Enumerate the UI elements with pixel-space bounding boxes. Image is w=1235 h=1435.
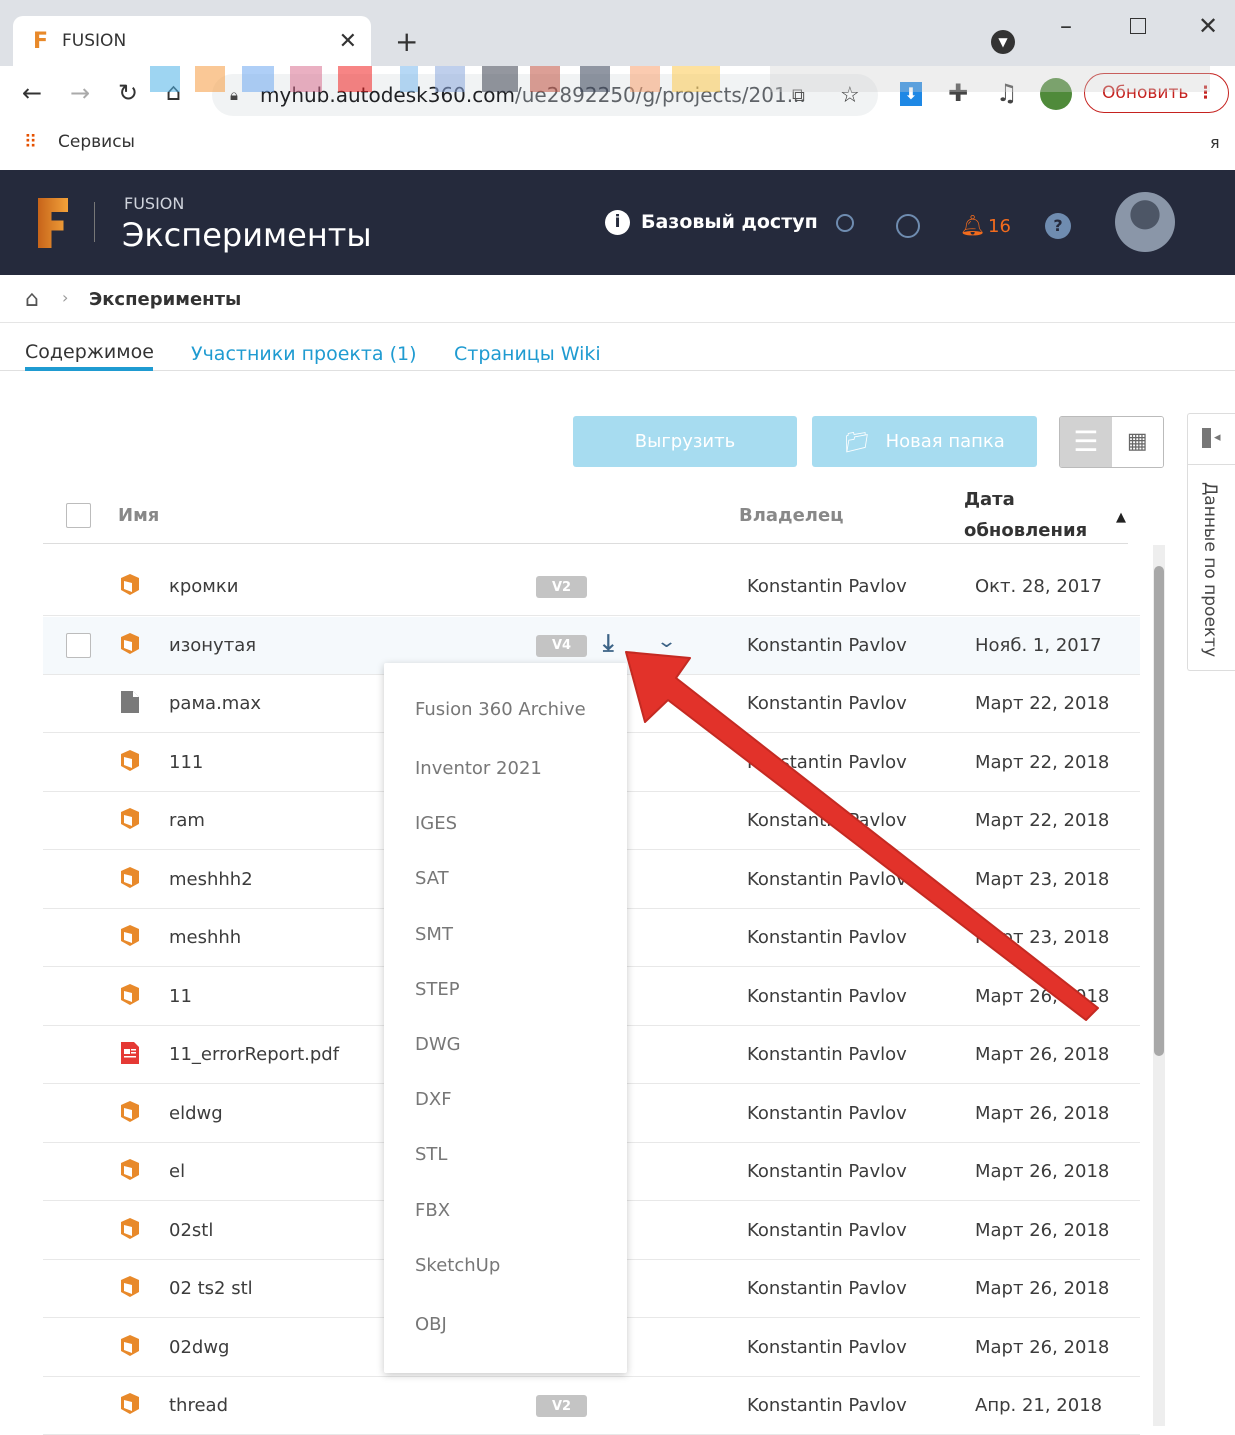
annotation-arrow (625, 651, 1099, 1021)
